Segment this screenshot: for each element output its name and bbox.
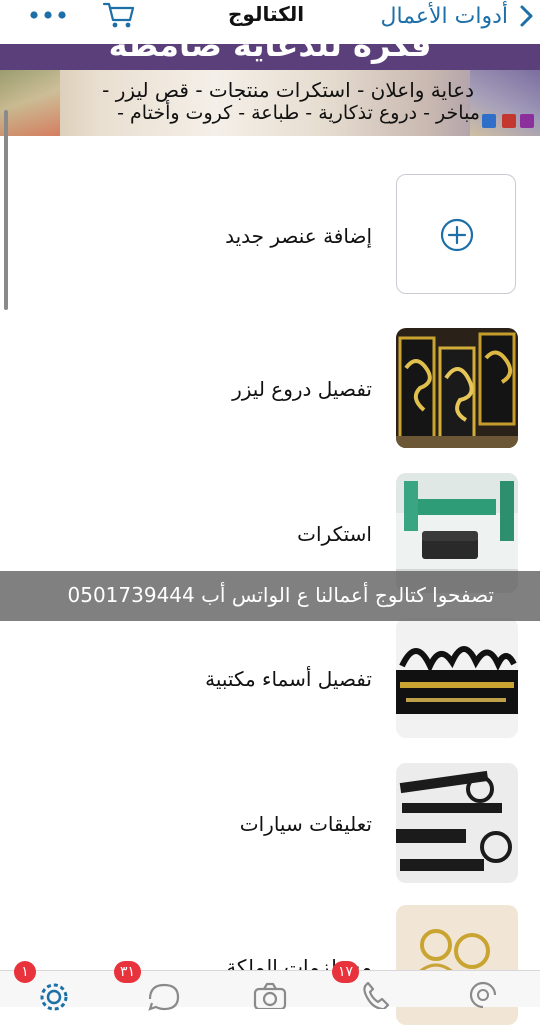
catalog-item[interactable]: تفصيل أسماء مكتبية (0, 615, 540, 745)
laser-shields-image (396, 328, 518, 448)
promo-overlay-banner: تصفحوا كتالوج أعمالنا ع الواتس أب 050173… (0, 571, 540, 621)
car-hangers-image (396, 763, 518, 883)
banner-services-line-2: مباخر - دروع تذكارية - طباعة - كروت وأخت… (117, 102, 480, 124)
settings-gear-icon[interactable] (36, 979, 72, 1015)
app-tile-icon (520, 114, 534, 128)
catalog-item-label: تفصيل دروع ليزر (232, 377, 372, 401)
catalog-item-label: استكرات (297, 522, 372, 546)
navigation-bar: أدوات الأعمال الكتالوج (0, 0, 540, 36)
tab-bar: ١ ٣١ ١٧ (0, 961, 540, 1011)
cart-icon[interactable] (102, 0, 136, 32)
page-title: الكتالوج (228, 2, 305, 26)
chevron-left-icon (512, 0, 540, 32)
chats-icon[interactable] (144, 979, 184, 1015)
desk-names-image (396, 618, 518, 738)
catalog-item[interactable]: تفصيل دروع ليزر (0, 325, 540, 455)
banner-title: فكرة للدعاية صامطة (108, 44, 432, 64)
catalog-item-label: تفصيل أسماء مكتبية (205, 667, 372, 691)
banner-services-line-1: دعاية واعلان - استكرات منتجات - قص ليزر … (102, 78, 474, 102)
catalog-banner: فكرة للدعاية صامطة دعاية واعلان - استكرا… (0, 44, 540, 136)
plus-circle-icon (440, 218, 474, 252)
promo-overlay-text: تصفحوا كتالوج أعمالنا ع الواتس أب 050173… (67, 583, 495, 607)
updates-status-icon[interactable] (466, 979, 500, 1013)
calls-badge: ١٧ (332, 961, 360, 983)
chats-badge: ٣١ (114, 961, 142, 983)
back-button[interactable]: أدوات الأعمال (380, 0, 540, 32)
banner-decoration-left (0, 64, 60, 136)
more-options-icon[interactable] (28, 6, 68, 22)
back-label: أدوات الأعمال (380, 3, 508, 29)
updates-badge: ١ (14, 961, 36, 983)
calls-icon[interactable] (358, 979, 392, 1013)
camera-icon[interactable] (252, 979, 288, 1013)
catalog-item[interactable]: تعليقات سيارات (0, 760, 540, 890)
app-tile-icon (482, 114, 496, 128)
app-tile-icon (502, 114, 516, 128)
add-item-button[interactable] (396, 174, 516, 294)
add-item-label: إضافة عنصر جديد (225, 224, 372, 248)
catalog-item-label: تعليقات سيارات (239, 812, 372, 836)
